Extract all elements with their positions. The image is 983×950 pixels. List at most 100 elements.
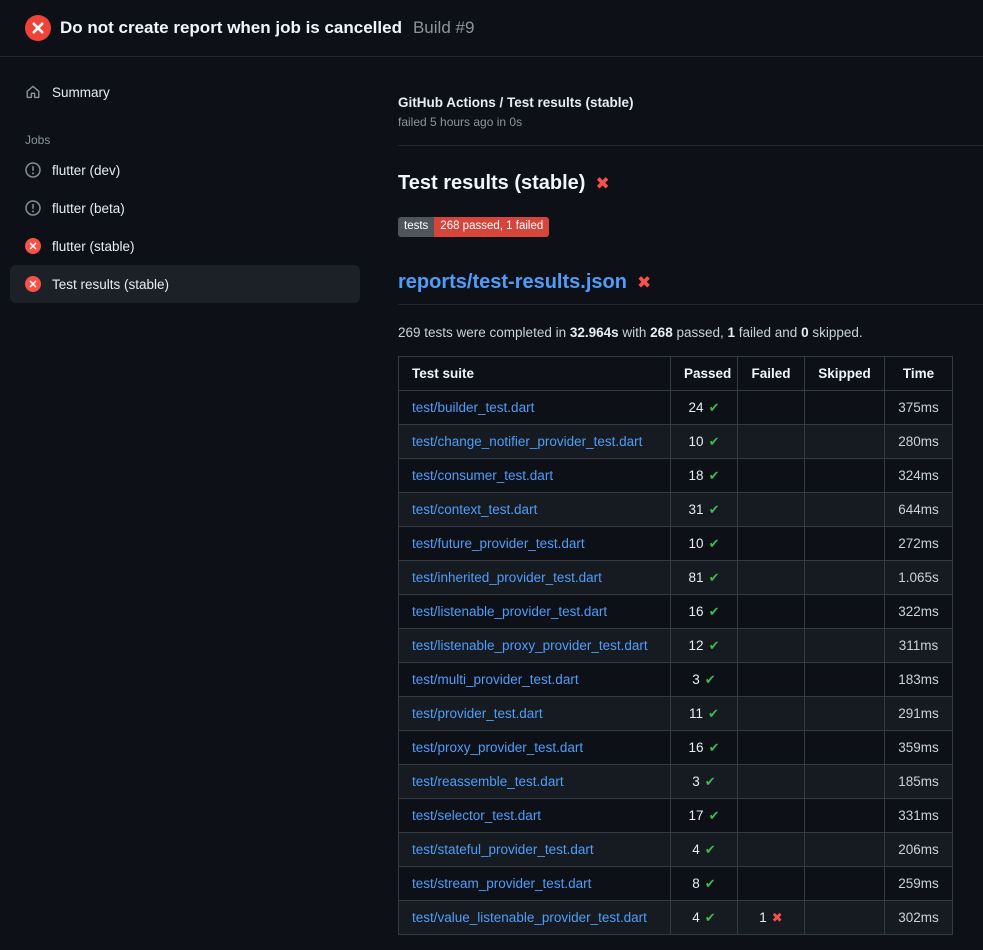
- test-suite-link[interactable]: test/stateful_provider_test.dart: [412, 842, 594, 857]
- test-suite-link[interactable]: test/listenable_provider_test.dart: [412, 604, 607, 619]
- sidebar-item-flutter-beta[interactable]: flutter (beta): [10, 189, 360, 227]
- time-cell: 302ms: [885, 900, 953, 934]
- check-icon: ✔: [705, 774, 716, 789]
- results-table: Test suite Passed Failed Skipped Time te…: [398, 356, 953, 935]
- failed-cell: [738, 424, 805, 458]
- passed-cell: 3✔: [671, 662, 738, 696]
- skipped-cell: [805, 424, 885, 458]
- column-header-passed: Passed: [671, 356, 738, 390]
- build-failed-icon: [25, 15, 51, 41]
- build-header: Do not create report when job is cancell…: [0, 0, 983, 57]
- test-suite-cell: test/change_notifier_provider_test.dart: [399, 424, 671, 458]
- sidebar-item-test-results-stable[interactable]: Test results (stable): [10, 265, 360, 303]
- test-suite-link[interactable]: test/future_provider_test.dart: [412, 536, 585, 551]
- results-table-body: test/builder_test.dart 24✔ 375ms test/ch…: [399, 390, 953, 934]
- failed-circle-icon: [25, 238, 41, 254]
- skipped-cell: [805, 458, 885, 492]
- check-icon: ✔: [709, 400, 720, 415]
- test-suite-link[interactable]: test/proxy_provider_test.dart: [412, 740, 583, 755]
- sidebar-item-summary[interactable]: Summary: [10, 73, 360, 111]
- skipped-cell: [805, 730, 885, 764]
- skipped-cell: [805, 594, 885, 628]
- skipped-cell: [805, 560, 885, 594]
- passed-cell: 11✔: [671, 696, 738, 730]
- failed-cell: [738, 628, 805, 662]
- check-icon: ✔: [708, 706, 719, 721]
- test-suite-cell: test/future_provider_test.dart: [399, 526, 671, 560]
- time-cell: 291ms: [885, 696, 953, 730]
- divider: [398, 145, 983, 146]
- check-icon: ✔: [709, 638, 720, 653]
- test-suite-link[interactable]: test/value_listenable_provider_test.dart: [412, 910, 647, 925]
- build-title: Do not create report when job is cancell…: [60, 18, 402, 38]
- test-suite-link[interactable]: test/context_test.dart: [412, 502, 537, 517]
- passed-cell: 31✔: [671, 492, 738, 526]
- test-suite-cell: test/stream_provider_test.dart: [399, 866, 671, 900]
- test-suite-link[interactable]: test/provider_test.dart: [412, 706, 543, 721]
- sidebar-item-label: flutter (dev): [52, 163, 120, 178]
- failed-cell: [738, 662, 805, 696]
- passed-cell: 3✔: [671, 764, 738, 798]
- table-row: test/listenable_provider_test.dart 16✔ 3…: [399, 594, 953, 628]
- table-row: test/provider_test.dart 11✔ 291ms: [399, 696, 953, 730]
- report-heading: reports/test-results.json ✖: [398, 271, 983, 305]
- column-header-failed: Failed: [738, 356, 805, 390]
- check-icon: ✔: [709, 468, 720, 483]
- test-suite-link[interactable]: test/builder_test.dart: [412, 400, 534, 415]
- test-suite-cell: test/context_test.dart: [399, 492, 671, 526]
- page-title: Test results (stable): [398, 172, 585, 195]
- failed-cell: [738, 560, 805, 594]
- time-cell: 311ms: [885, 628, 953, 662]
- check-icon: ✔: [709, 570, 720, 585]
- passed-cell: 8✔: [671, 866, 738, 900]
- section-heading: Test results (stable) ✖: [398, 172, 983, 195]
- time-cell: 1.065s: [885, 560, 953, 594]
- sidebar-item-flutter-stable[interactable]: flutter (stable): [10, 227, 360, 265]
- table-row: test/listenable_proxy_provider_test.dart…: [399, 628, 953, 662]
- sidebar-item-flutter-dev[interactable]: flutter (dev): [10, 151, 360, 189]
- test-suite-link[interactable]: test/multi_provider_test.dart: [412, 672, 579, 687]
- test-suite-link[interactable]: test/reassemble_test.dart: [412, 774, 564, 789]
- failed-x-icon: ✖: [637, 274, 651, 291]
- test-suite-link[interactable]: test/change_notifier_provider_test.dart: [412, 434, 642, 449]
- test-suite-cell: test/listenable_proxy_provider_test.dart: [399, 628, 671, 662]
- time-cell: 185ms: [885, 764, 953, 798]
- failed-cell: [738, 526, 805, 560]
- cancelled-circle-icon: [25, 200, 41, 216]
- main-content: GitHub Actions / Test results (stable) f…: [370, 57, 983, 950]
- test-suite-link[interactable]: test/consumer_test.dart: [412, 468, 553, 483]
- test-suite-link[interactable]: test/listenable_proxy_provider_test.dart: [412, 638, 648, 653]
- skipped-cell: [805, 696, 885, 730]
- time-cell: 324ms: [885, 458, 953, 492]
- time-cell: 331ms: [885, 798, 953, 832]
- table-row: test/selector_test.dart 17✔ 331ms: [399, 798, 953, 832]
- failed-cell: [738, 798, 805, 832]
- skipped-cell: [805, 526, 885, 560]
- test-suite-link[interactable]: test/selector_test.dart: [412, 808, 541, 823]
- test-suite-cell: test/builder_test.dart: [399, 390, 671, 424]
- skipped-cell: [805, 492, 885, 526]
- badge-label: tests: [398, 217, 434, 237]
- sidebar-item-label: flutter (beta): [52, 201, 125, 216]
- build-number: Build #9: [413, 18, 474, 38]
- time-cell: 644ms: [885, 492, 953, 526]
- failed-cell: [738, 492, 805, 526]
- test-suite-link[interactable]: test/stream_provider_test.dart: [412, 876, 591, 891]
- check-icon: ✔: [709, 502, 720, 517]
- badge-value: 268 passed, 1 failed: [434, 217, 549, 237]
- test-suite-cell: test/multi_provider_test.dart: [399, 662, 671, 696]
- test-suite-link[interactable]: test/inherited_provider_test.dart: [412, 570, 602, 585]
- test-suite-cell: test/consumer_test.dart: [399, 458, 671, 492]
- test-suite-cell: test/reassemble_test.dart: [399, 764, 671, 798]
- table-row: test/builder_test.dart 24✔ 375ms: [399, 390, 953, 424]
- table-row: test/multi_provider_test.dart 3✔ 183ms: [399, 662, 953, 696]
- failed-cell: [738, 730, 805, 764]
- table-row: test/context_test.dart 31✔ 644ms: [399, 492, 953, 526]
- table-row: test/change_notifier_provider_test.dart …: [399, 424, 953, 458]
- table-header-row: Test suite Passed Failed Skipped Time: [399, 356, 953, 390]
- test-suite-cell: test/provider_test.dart: [399, 696, 671, 730]
- breadcrumb: GitHub Actions / Test results (stable): [398, 95, 983, 110]
- check-icon: ✔: [709, 808, 720, 823]
- report-file-link[interactable]: reports/test-results.json: [398, 271, 627, 294]
- table-row: test/value_listenable_provider_test.dart…: [399, 900, 953, 934]
